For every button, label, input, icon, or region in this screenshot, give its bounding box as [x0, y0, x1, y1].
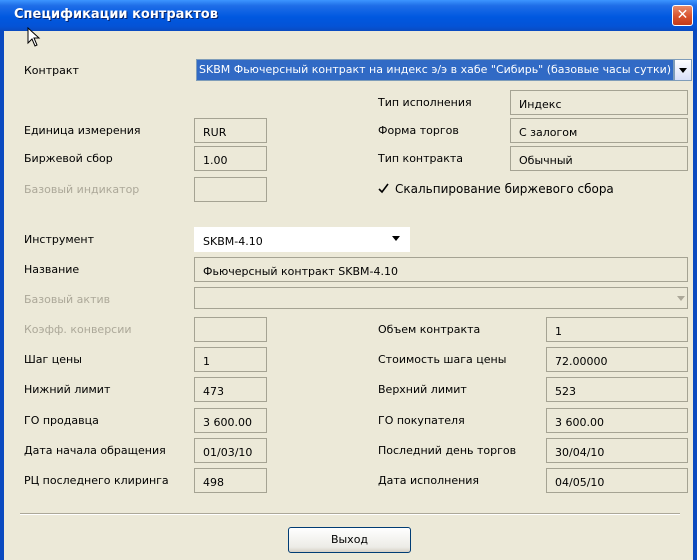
exec-type-field: Индекс: [510, 90, 688, 115]
step-cost-field: 72.00000: [546, 347, 688, 372]
base-asset-label: Базовый актив: [24, 293, 111, 306]
mouse-cursor-icon: [27, 27, 41, 47]
name-field: Фьючерсный контракт SKBM-4.10: [194, 257, 688, 282]
base-indicator-field: [194, 177, 267, 202]
contract-type-field: Обычный: [510, 146, 688, 171]
contract-combo[interactable]: SKBM Фьючерсный контракт на индекс э/э в…: [196, 59, 674, 81]
trade-form-label: Форма торгов: [378, 124, 459, 137]
fee-label: Биржевой сбор: [24, 152, 113, 165]
name-label: Название: [24, 263, 80, 276]
contract-label: Контракт: [24, 64, 79, 77]
exec-date-field: 04/05/10: [546, 468, 688, 493]
price-step-label: Шаг цены: [24, 353, 82, 366]
trade-form-field: С залогом: [510, 118, 688, 143]
window-frame-left: [0, 31, 4, 560]
buyer-margin-label: ГО покупателя: [378, 414, 465, 427]
step-cost-label: Стоимость шага цены: [378, 353, 507, 366]
chevron-down-icon: [677, 296, 685, 301]
price-step-field: 1: [194, 347, 267, 372]
exec-type-label: Тип исполнения: [378, 96, 472, 109]
lower-limit-field: 473: [194, 377, 267, 402]
close-icon: ✕: [676, 7, 689, 23]
contract-type-label: Тип контракта: [378, 152, 464, 165]
title-bar[interactable]: Спецификации контрактов ✕: [0, 0, 697, 31]
scalping-label[interactable]: Скальпирование биржевого сбора: [395, 182, 614, 196]
base-indicator-label: Базовый индикатор: [24, 183, 140, 196]
last-clearing-price-field: 498: [194, 468, 267, 493]
seller-margin-label: ГО продавца: [24, 414, 99, 427]
fee-field: 1.00: [194, 146, 267, 171]
chevron-down-icon[interactable]: [392, 236, 400, 241]
start-date-label: Дата начала обращения: [24, 444, 166, 457]
exec-date-label: Дата исполнения: [378, 474, 480, 487]
contract-volume-label: Объем контракта: [378, 323, 481, 336]
unit-label: Единица измерения: [24, 124, 141, 137]
divider: [20, 513, 680, 515]
exit-button[interactable]: Выход: [288, 527, 411, 553]
base-asset-select: [194, 287, 688, 309]
lower-limit-label: Нижний лимит: [24, 383, 111, 396]
conv-coef-field: [194, 317, 267, 342]
window-title: Спецификации контрактов: [14, 7, 218, 22]
last-trade-day-label: Последний день торгов: [378, 444, 517, 457]
specifications-window: Спецификации контрактов ✕ Контракт SKBM …: [0, 0, 697, 560]
instrument-select[interactable]: SKBM-4.10: [194, 227, 410, 252]
instrument-label: Инструмент: [24, 233, 95, 246]
conv-coef-label: Коэфф. конверсии: [24, 323, 132, 336]
start-date-field: 01/03/10: [194, 438, 267, 463]
upper-limit-label: Верхний лимит: [378, 383, 467, 396]
last-clearing-price-label: РЦ последнего клиринга: [24, 474, 169, 487]
last-trade-day-field: 30/04/10: [546, 438, 688, 463]
contract-combo-button[interactable]: [674, 59, 692, 81]
buyer-margin-field: 3 600.00: [546, 408, 688, 433]
chevron-down-icon: [679, 68, 687, 73]
unit-field: RUR: [194, 118, 267, 143]
scalping-checkbox[interactable]: [377, 182, 390, 195]
window-frame-right: [693, 31, 697, 560]
seller-margin-field: 3 600.00: [194, 408, 267, 433]
close-button[interactable]: ✕: [672, 5, 693, 26]
contract-volume-field: 1: [546, 317, 688, 342]
upper-limit-field: 523: [546, 377, 688, 402]
